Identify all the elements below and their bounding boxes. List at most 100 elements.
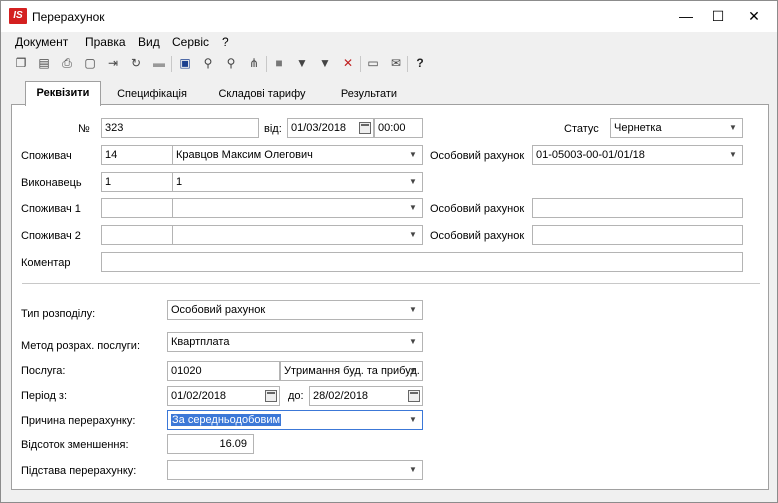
status-label: Статус — [564, 123, 599, 135]
calendar-icon[interactable] — [265, 390, 277, 402]
consumer2-name-select[interactable]: ▼ — [172, 225, 423, 245]
find-icon[interactable]: ⚲ — [200, 55, 216, 71]
calc-method-select[interactable]: Квартплата ▼ — [167, 332, 423, 352]
distribution-type-value: Особовий рахунок — [171, 304, 266, 316]
consumer2-code-input[interactable] — [101, 225, 173, 245]
period-from-input[interactable]: 01/02/2018 — [167, 386, 280, 406]
calc-method-label: Метод розрах. послуги: — [21, 340, 141, 352]
filter-icon[interactable]: ▼ — [294, 55, 310, 71]
consumer1-label: Споживач 1 — [21, 203, 81, 215]
service-name-select[interactable]: Утримання буд. та прибуд. тер. ▼ — [280, 361, 423, 381]
toolbar-separator — [360, 56, 361, 72]
personal-account1-input[interactable] — [532, 198, 743, 218]
menu-document[interactable]: Документ — [15, 35, 68, 49]
status-value: Чернетка — [614, 122, 662, 134]
menu-view[interactable]: Вид — [138, 35, 160, 49]
find-next-icon[interactable]: ⚲ — [223, 55, 239, 71]
chevron-down-icon[interactable]: ▼ — [407, 411, 419, 429]
consumer-name-value: Кравцов Максим Олегович — [176, 149, 313, 161]
service-label: Послуга: — [21, 365, 66, 377]
app-logo-icon: IS — [9, 8, 27, 24]
personal-account2-label: Особовий рахунок — [430, 230, 525, 242]
service-name-value: Утримання буд. та прибуд. тер. — [284, 365, 422, 377]
tab-strip: Реквізити Специфікація Складові тарифу Р… — [11, 81, 771, 106]
requisites-panel: № 323 від: 01/03/2018 00:00 Статус Черне… — [11, 104, 769, 490]
personal-account-select[interactable]: 01-05003-00-01/01/18 ▼ — [532, 145, 743, 165]
consumer2-label: Споживач 2 — [21, 230, 81, 242]
calendar-icon[interactable] — [408, 390, 420, 402]
chevron-down-icon[interactable]: ▼ — [407, 301, 419, 319]
consumer1-name-select[interactable]: ▼ — [172, 198, 423, 218]
personal-account-label: Особовий рахунок — [430, 150, 525, 162]
title-bar: IS Перерахунок — ☐ ✕ — [1, 1, 777, 32]
consumer1-code-input[interactable] — [101, 198, 173, 218]
mail-icon[interactable]: ✉ — [388, 55, 404, 71]
executor-label: Виконавець — [21, 177, 82, 189]
chevron-down-icon[interactable]: ▼ — [407, 333, 419, 351]
menu-bar: Документ Правка Вид Сервіс ? — [1, 32, 777, 52]
tab-requisites[interactable]: Реквізити — [25, 81, 101, 106]
chevron-down-icon[interactable]: ▼ — [727, 119, 739, 137]
chevron-down-icon[interactable]: ▼ — [407, 362, 419, 380]
period-to-value: 28/02/2018 — [313, 390, 369, 402]
close-button[interactable]: ✕ — [731, 1, 777, 32]
reduction-input[interactable]: 16.09 — [167, 434, 254, 454]
tab-specification[interactable]: Специфікація — [107, 83, 197, 105]
copy-icon[interactable]: ❐ — [13, 55, 29, 71]
delete-icon[interactable]: ▬ — [151, 55, 167, 71]
reason-select[interactable]: За середньодобовим ▼ — [167, 410, 423, 430]
chevron-down-icon[interactable]: ▼ — [407, 146, 419, 164]
toolbar: ❐ ▤ ⎙ ▢ ⇥ ↻ ▬ ▣ ⚲ ⚲ ⋔ ■ ▼ ▼ ✕ ▭ ✉ ? — [1, 52, 777, 76]
chevron-down-icon[interactable]: ▼ — [727, 146, 739, 164]
menu-edit[interactable]: Правка — [85, 35, 126, 49]
consumer-label: Споживач — [21, 150, 72, 162]
stop-icon[interactable]: ■ — [271, 55, 287, 71]
tab-tariff-components[interactable]: Складові тарифу — [207, 83, 317, 105]
number-input[interactable]: 323 — [101, 118, 259, 138]
filter-set-icon[interactable]: ▼ — [317, 55, 333, 71]
time-input[interactable]: 00:00 — [374, 118, 423, 138]
executor-code-input[interactable]: 1 — [101, 172, 173, 192]
executor-name-select[interactable]: 1 ▼ — [172, 172, 423, 192]
basis-label: Підстава перерахунку: — [21, 465, 137, 477]
number-label: № — [78, 123, 90, 135]
period-from-label: Період з: — [21, 390, 68, 402]
consumer-name-select[interactable]: Кравцов Максим Олегович ▼ — [172, 145, 423, 165]
window-title: Перерахунок — [32, 10, 105, 24]
filter-clear-icon[interactable]: ✕ — [340, 55, 356, 71]
period-from-value: 01/02/2018 — [171, 390, 227, 402]
personal-account2-input[interactable] — [532, 225, 743, 245]
basis-select[interactable]: ▼ — [167, 460, 423, 480]
calc-method-value: Квартплата — [171, 336, 230, 348]
refresh-icon[interactable]: ↻ — [128, 55, 144, 71]
export-icon[interactable]: ⇥ — [105, 55, 121, 71]
print-icon[interactable]: ⎙ — [59, 55, 75, 71]
date-input[interactable]: 01/03/2018 — [287, 118, 374, 138]
chevron-down-icon[interactable]: ▼ — [407, 199, 419, 217]
paste-icon[interactable]: ▤ — [36, 55, 52, 71]
save-icon[interactable]: ▣ — [177, 55, 193, 71]
period-to-input[interactable]: 28/02/2018 — [309, 386, 423, 406]
toolbar-separator — [407, 56, 408, 72]
reason-value: За середньодобовим — [171, 414, 282, 426]
consumer-code-input[interactable]: 14 — [101, 145, 173, 165]
tab-results[interactable]: Результати — [327, 83, 411, 105]
document-icon[interactable]: ▭ — [365, 55, 381, 71]
distribution-type-select[interactable]: Особовий рахунок ▼ — [167, 300, 423, 320]
comment-input[interactable] — [101, 252, 743, 272]
menu-help[interactable]: ? — [222, 35, 229, 49]
status-select[interactable]: Чернетка ▼ — [610, 118, 743, 138]
toolbar-separator — [171, 56, 172, 72]
menu-service[interactable]: Сервіс — [172, 35, 209, 49]
personal-account1-label: Особовий рахунок — [430, 203, 525, 215]
reduction-label: Відсоток зменшення: — [21, 439, 129, 451]
help-icon[interactable]: ? — [412, 55, 428, 71]
tree-icon[interactable]: ⋔ — [246, 55, 262, 71]
chevron-down-icon[interactable]: ▼ — [407, 461, 419, 479]
new-icon[interactable]: ▢ — [82, 55, 98, 71]
period-to-label: до: — [288, 390, 304, 402]
chevron-down-icon[interactable]: ▼ — [407, 173, 419, 191]
chevron-down-icon[interactable]: ▼ — [407, 226, 419, 244]
calendar-icon[interactable] — [359, 122, 371, 134]
service-code-input[interactable]: 01020 — [167, 361, 280, 381]
